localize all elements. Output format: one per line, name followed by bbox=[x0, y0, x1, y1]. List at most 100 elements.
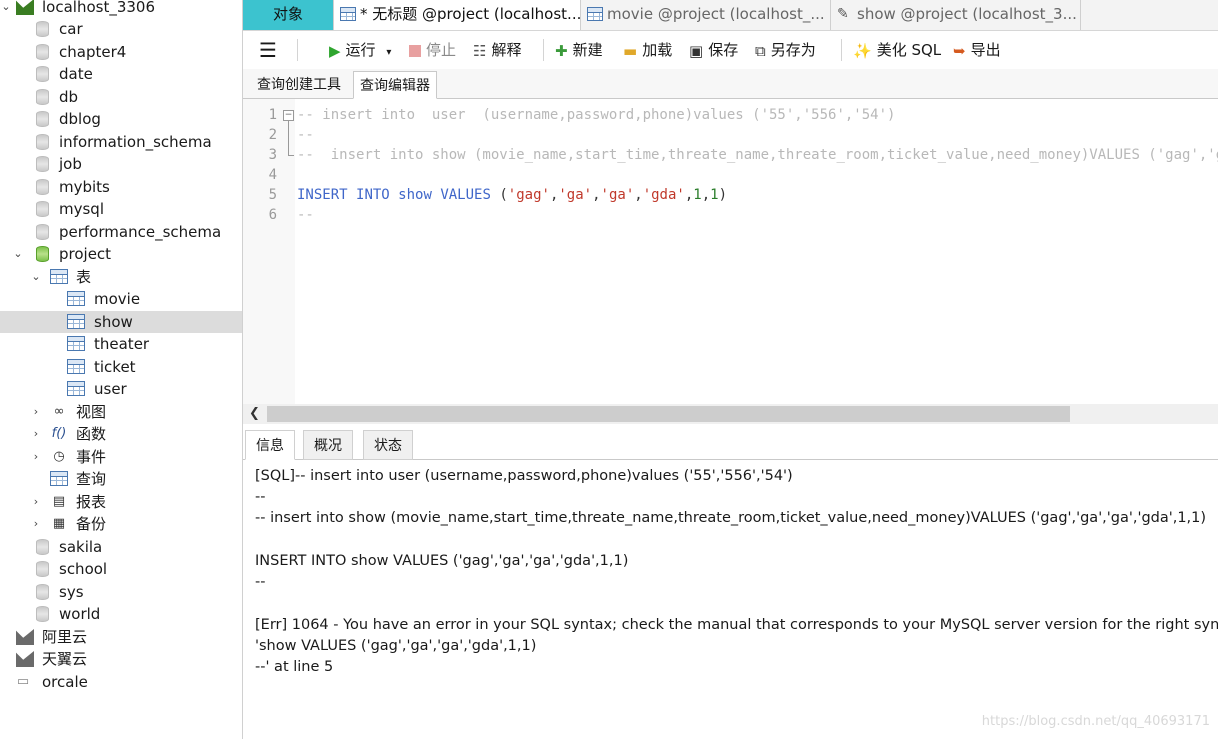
db-label: performance_schema bbox=[59, 223, 222, 241]
glasses-icon: ∞ bbox=[53, 404, 65, 419]
chevron-right-icon[interactable]: › bbox=[30, 401, 42, 423]
db-label: car bbox=[59, 20, 83, 38]
table-icon bbox=[67, 314, 85, 329]
new-button[interactable]: ✚ 新建 bbox=[555, 37, 603, 63]
horizontal-scrollbar[interactable]: ❮ bbox=[243, 404, 1218, 424]
sql-editor[interactable]: 1 2 3 4 5 6 − -- insert into user (usern… bbox=[243, 99, 1218, 404]
tab-status[interactable]: 状态 bbox=[363, 430, 413, 460]
tab-show-table[interactable]: ✎ show @project (localhost_3... bbox=[831, 0, 1081, 30]
tree-folder-backups[interactable]: › ▦ 备份 bbox=[0, 513, 242, 535]
sql-identifier: show bbox=[398, 187, 432, 203]
tab-info[interactable]: 信息 bbox=[245, 430, 295, 460]
tree-db-school[interactable]: school bbox=[0, 558, 242, 580]
menu-icon[interactable]: ☰ bbox=[259, 37, 277, 63]
line-number: 1 bbox=[268, 107, 277, 123]
save-button[interactable]: ▣ 保存 bbox=[689, 37, 738, 63]
tab-movie-table[interactable]: movie @project (localhost_... bbox=[581, 0, 831, 30]
beautify-sql-button[interactable]: ✨ 美化 SQL bbox=[853, 37, 941, 63]
toolbar-separator bbox=[543, 39, 544, 61]
line-number: 3 bbox=[268, 147, 277, 163]
explain-label: 解释 bbox=[491, 41, 522, 59]
table-folder-icon bbox=[50, 269, 68, 284]
tree-db-date[interactable]: date bbox=[0, 63, 242, 85]
tab-query-editor[interactable]: 查询编辑器 bbox=[353, 71, 437, 99]
chevron-down-icon[interactable]: ⌄ bbox=[12, 243, 24, 265]
save-as-button[interactable]: ⧉ 另存为 bbox=[755, 37, 816, 63]
tree-db-mybits[interactable]: mybits bbox=[0, 176, 242, 198]
chevron-right-icon[interactable]: › bbox=[30, 491, 42, 513]
db-label: project bbox=[59, 245, 112, 263]
tree-db-car[interactable]: car bbox=[0, 18, 242, 40]
tree-folder-functions[interactable]: › f() 函数 bbox=[0, 423, 242, 445]
tree-db-dblog[interactable]: dblog bbox=[0, 108, 242, 130]
tree-table-ticket[interactable]: ticket bbox=[0, 356, 242, 378]
sql-punctuation: , bbox=[592, 187, 601, 203]
tree-folder-tables[interactable]: ⌄ 表 bbox=[0, 266, 242, 288]
tree-db-mysql[interactable]: mysql bbox=[0, 198, 242, 220]
db-label: chapter4 bbox=[59, 43, 127, 61]
tree-folder-views[interactable]: › ∞ 视图 bbox=[0, 401, 242, 423]
tab-profile[interactable]: 概况 bbox=[303, 430, 353, 460]
export-button[interactable]: ➥ 导出 bbox=[953, 37, 1001, 63]
folder-label: 事件 bbox=[76, 448, 107, 466]
sql-keyword: INTO bbox=[356, 187, 390, 203]
tree-folder-events[interactable]: › ◷ 事件 bbox=[0, 446, 242, 468]
tree-folder-queries[interactable]: 查询 bbox=[0, 468, 242, 490]
code-line: -- insert into user (username,password,p… bbox=[297, 107, 896, 123]
folder-label: 表 bbox=[76, 268, 92, 286]
tree-connection-orcale[interactable]: ▭ orcale bbox=[0, 671, 242, 693]
tree-db-db[interactable]: db bbox=[0, 86, 242, 108]
tree-db-sakila[interactable]: sakila bbox=[0, 536, 242, 558]
new-label: 新建 bbox=[572, 41, 603, 59]
db-label: sakila bbox=[59, 538, 103, 556]
tree-table-show[interactable]: show bbox=[0, 311, 242, 333]
load-label: 加载 bbox=[642, 41, 673, 59]
tree-db-sys[interactable]: sys bbox=[0, 581, 242, 603]
table-icon bbox=[587, 7, 603, 21]
chevron-right-icon[interactable]: › bbox=[30, 446, 42, 468]
db-label: information_schema bbox=[59, 133, 212, 151]
tree-table-user[interactable]: user bbox=[0, 378, 242, 400]
folder-icon: ▬ bbox=[623, 41, 638, 60]
tab-query-builder[interactable]: 查询创建工具 bbox=[251, 71, 347, 99]
chevron-down-icon[interactable]: ⌄ bbox=[0, 0, 12, 18]
tree-connection-aliyun[interactable]: 阿里云 bbox=[0, 626, 242, 648]
tab-label: movie @project (localhost_... bbox=[607, 5, 825, 23]
new-query-icon: ✚ bbox=[555, 41, 568, 60]
run-button[interactable]: ▶ 运行 ▾ bbox=[329, 37, 391, 63]
fold-collapse-icon[interactable]: − bbox=[283, 110, 294, 121]
tab-objects[interactable]: 对象 bbox=[243, 0, 333, 30]
tab-untitled-query[interactable]: * 无标题 @project (localhost... bbox=[333, 0, 581, 30]
explain-button[interactable]: ☷ 解释 bbox=[473, 37, 521, 63]
tree-folder-reports[interactable]: › ▤ 报表 bbox=[0, 491, 242, 513]
export-icon: ➥ bbox=[953, 41, 966, 60]
folder-label: 备份 bbox=[76, 515, 107, 533]
server-icon bbox=[16, 651, 34, 667]
chevron-down-icon[interactable]: ⌄ bbox=[30, 266, 42, 288]
tree-db-performance-schema[interactable]: performance_schema bbox=[0, 221, 242, 243]
toolbar-separator bbox=[297, 39, 298, 61]
tree-db-job[interactable]: job bbox=[0, 153, 242, 175]
tree-db-information-schema[interactable]: information_schema bbox=[0, 131, 242, 153]
load-button[interactable]: ▬ 加载 bbox=[623, 37, 672, 63]
tree-db-world[interactable]: world bbox=[0, 603, 242, 625]
scrollbar-thumb[interactable] bbox=[267, 406, 1070, 422]
dropdown-arrow-icon[interactable]: ▾ bbox=[386, 47, 391, 58]
tree-db-chapter4[interactable]: chapter4 bbox=[0, 41, 242, 63]
tree-table-movie[interactable]: movie bbox=[0, 288, 242, 310]
tree-db-project[interactable]: ⌄ project bbox=[0, 243, 242, 265]
sql-punctuation: ( bbox=[499, 187, 508, 203]
tab-label: 查询创建工具 bbox=[257, 77, 341, 93]
stop-button[interactable]: 停止 bbox=[409, 37, 456, 63]
tree-table-theater[interactable]: theater bbox=[0, 333, 242, 355]
table-icon bbox=[67, 336, 85, 351]
tab-label: 对象 bbox=[272, 5, 303, 23]
database-icon bbox=[36, 246, 49, 262]
chevron-right-icon[interactable]: › bbox=[30, 513, 42, 535]
save-label: 保存 bbox=[708, 41, 739, 59]
tree-connection-tianyi[interactable]: 天翼云 bbox=[0, 648, 242, 670]
result-panel-tabs: 信息 概况 状态 bbox=[243, 428, 1218, 460]
tree-server-localhost[interactable]: ⌄ localhost_3306 bbox=[0, 0, 242, 18]
chevron-right-icon[interactable]: › bbox=[30, 423, 42, 445]
scroll-left-icon[interactable]: ❮ bbox=[249, 404, 260, 424]
